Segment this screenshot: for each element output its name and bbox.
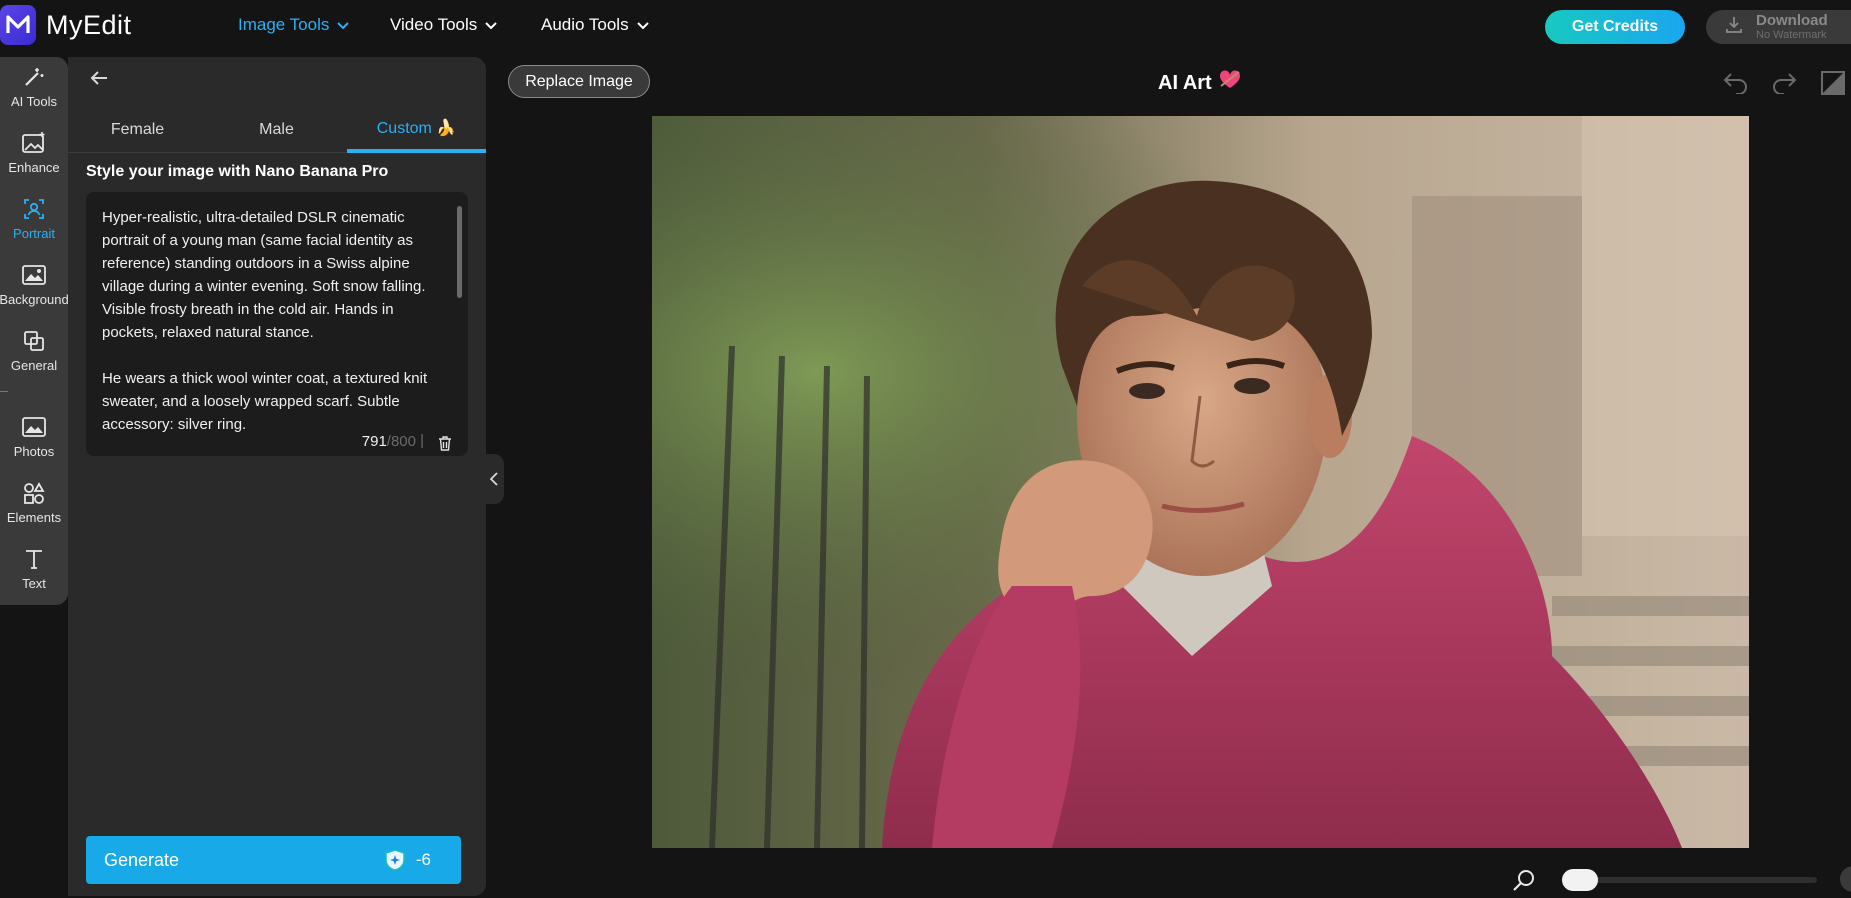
nav-image-tools[interactable]: Image Tools [238,15,350,35]
rail-item-photos[interactable]: Photos [0,407,68,467]
nav-video-tools[interactable]: Video Tools [390,15,497,35]
char-count: 791 [361,433,387,450]
text-icon [26,550,42,569]
download-icon [1724,15,1744,40]
rail-divider [0,391,8,392]
redo-icon[interactable] [1770,70,1798,99]
canvas-image[interactable] [652,116,1749,848]
elements-icon [24,482,45,504]
generate-button[interactable]: Generate -6 [86,836,461,884]
download-text: Download No Watermark [1756,13,1828,41]
download-label: Download [1756,12,1828,29]
compare-icon[interactable] [1820,70,1848,101]
heart-icon [1218,70,1242,96]
panel-heading: Style your image with Nano Banana Pro [86,163,389,180]
credit-cost-value: -6 [415,850,431,869]
replace-image-button[interactable]: Replace Image [508,65,650,98]
rail-label: Text [22,576,46,591]
undo-icon[interactable] [1722,70,1750,99]
top-bar: MyEdit Image Tools Video Tools Audio Too… [0,0,1851,50]
image-sparkle-icon [22,132,45,153]
canvas-title: AI Art [1158,70,1242,96]
download-button[interactable]: Download No Watermark [1706,10,1851,44]
chevron-down-icon [337,15,350,35]
rail-label: Enhance [8,160,60,175]
rail-item-ai-tools[interactable]: AI Tools [0,57,68,117]
credit-cost: -6 [384,849,431,871]
trash-icon[interactable] [438,436,452,456]
rail-item-elements[interactable]: Elements [0,473,68,533]
portrait-photo [652,116,1749,848]
brand-name: MyEdit [46,9,132,40]
chevron-down-icon [485,15,497,35]
tool-rail: AI Tools Enhance Portrait Background Gen… [0,57,69,605]
chevron-left-icon [490,472,498,486]
back-arrow-icon[interactable] [88,67,110,94]
tab-male[interactable]: Male [207,107,346,153]
rail-item-background[interactable]: Background [0,255,69,315]
rail-label: Photos [13,444,55,459]
nav-audio-tools[interactable]: Audio Tools [541,15,649,35]
nav-label: Audio Tools [541,15,629,34]
rail-label: Background [0,292,69,307]
portrait-panel: Female Male Custom 🍌 Style your image wi… [68,57,486,896]
rail-item-text[interactable]: Text [0,539,68,599]
rail-label: Portrait [13,226,55,241]
rail-item-portrait[interactable]: Portrait [0,189,68,249]
search-icon[interactable] [1512,868,1536,897]
background-icon [22,265,46,285]
zoom-slider-handle[interactable] [1562,869,1598,891]
rail-label: AI Tools [10,94,57,109]
brand-logo[interactable]: MyEdit [0,5,132,45]
myedit-logo-icon [0,5,36,45]
tab-female[interactable]: Female [68,107,207,153]
rail-label: General [10,358,58,373]
prompt-scrollbar[interactable] [457,206,462,298]
char-counter: 791/800 [362,433,416,450]
magic-wand-icon [25,68,44,86]
download-sublabel: No Watermark [1756,29,1827,41]
portrait-icon [24,199,44,219]
rail-item-general[interactable]: General [0,321,68,381]
prompt-textarea[interactable]: Hyper-realistic, ultra-detailed DSLR cin… [86,192,468,456]
char-max: /800 [386,433,416,450]
zoom-slider-track[interactable] [1562,877,1817,883]
chevron-down-icon [636,15,649,35]
nav-label: Image Tools [238,15,330,34]
canvas-title-text: AI Art [1158,71,1212,94]
counter-divider: | [420,432,424,449]
generate-label: Generate [104,849,180,870]
get-credits-button[interactable]: Get Credits [1545,10,1685,44]
rail-item-enhance[interactable]: Enhance [0,123,68,183]
photos-icon [22,417,46,437]
tab-custom[interactable]: Custom 🍌 [347,107,486,153]
help-button[interactable] [1840,866,1851,892]
rail-label: Elements [6,510,62,525]
general-icon [24,331,44,351]
prompt-text[interactable]: Hyper-realistic, ultra-detailed DSLR cin… [102,206,452,436]
collapse-panel-button[interactable] [484,454,504,504]
style-tabs: Female Male Custom 🍌 [68,107,486,153]
nav-label: Video Tools [390,15,478,34]
credit-shield-icon [385,849,405,871]
